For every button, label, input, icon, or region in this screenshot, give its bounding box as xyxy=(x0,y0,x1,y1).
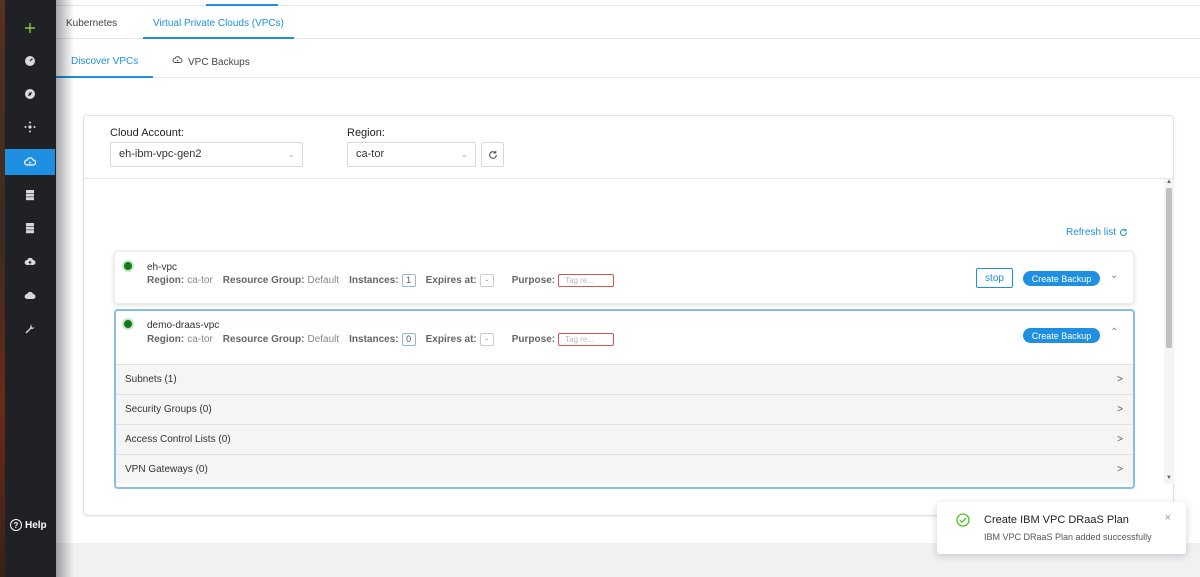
primary-tabs: Kubernetes Virtual Private Clouds (VPCs) xyxy=(56,8,1200,39)
vpc-row-demo-draas-vpc[interactable]: demo-draas-vpc Region: ca-tor Resource G… xyxy=(114,309,1135,489)
help-link[interactable]: ? Help xyxy=(10,519,47,531)
tab-vpcs[interactable]: Virtual Private Clouds (VPCs) xyxy=(143,8,294,39)
scroll-thumb[interactable] xyxy=(1166,188,1172,348)
region-key: Region: xyxy=(147,275,185,286)
purpose-key: Purpose: xyxy=(511,334,556,345)
cloud-account-value: eh-ibm-vpc-gen2 xyxy=(119,148,202,160)
section-label: Security Groups (0) xyxy=(125,404,212,415)
top-tab-indicator xyxy=(206,4,278,6)
region-label: Region: xyxy=(347,127,385,139)
section-label: Access Control Lists (0) xyxy=(125,434,231,445)
region-select[interactable]: ca-tor ⌄ xyxy=(347,142,476,167)
tab-kubernetes[interactable]: Kubernetes xyxy=(56,8,127,39)
server-stack-icon[interactable] xyxy=(5,215,55,241)
chevron-right-icon: > xyxy=(1117,464,1123,475)
rg-key: Resource Group: xyxy=(222,334,305,345)
chevron-right-icon: > xyxy=(1117,374,1123,385)
expires-badge: - xyxy=(479,333,494,346)
cloud-upload-icon[interactable] xyxy=(5,249,55,275)
close-icon[interactable]: × xyxy=(1165,512,1171,524)
help-icon: ? xyxy=(10,519,22,531)
vpc-row-eh-vpc[interactable]: eh-vpc Region: ca-tor Resource Group: De… xyxy=(114,251,1134,304)
stop-button[interactable]: stop xyxy=(976,268,1013,288)
cloud-eye-icon[interactable] xyxy=(5,149,55,175)
instances-badge: 0 xyxy=(401,333,416,346)
section-label: VPN Gateways (0) xyxy=(125,464,208,475)
vpc-meta: Region: ca-tor Resource Group: Default I… xyxy=(147,274,615,287)
refresh-list-link[interactable]: Refresh list xyxy=(1066,227,1128,238)
region-key: Region: xyxy=(147,334,185,345)
refresh-list-label: Refresh list xyxy=(1066,227,1117,238)
tab-vpc-backups[interactable]: VPC Backups xyxy=(157,48,265,78)
tab-vpc-backups-label: VPC Backups xyxy=(188,57,250,68)
toast-message: IBM VPC DRaaS Plan added successfully xyxy=(984,532,1152,542)
status-dot xyxy=(124,262,132,270)
purpose-tag-input[interactable]: Tag re... xyxy=(558,274,615,287)
chevron-down-icon: ⌄ xyxy=(287,149,295,159)
dashboard-icon[interactable] xyxy=(5,48,55,74)
scroll-up-icon[interactable]: ▲ xyxy=(1166,179,1172,185)
wrench-icon[interactable] xyxy=(5,316,55,342)
tab-discover-vpcs[interactable]: Discover VPCs xyxy=(56,48,154,78)
cloud-icon[interactable] xyxy=(5,283,55,309)
purpose-tag-input[interactable]: Tag re... xyxy=(558,333,615,346)
rg-val: Default xyxy=(307,275,340,286)
rg-key: Resource Group: xyxy=(222,275,305,286)
region-val: ca-tor xyxy=(187,334,213,345)
cloud-account-select[interactable]: eh-ibm-vpc-gen2 ⌄ xyxy=(110,142,303,167)
create-backup-button[interactable]: Create Backup xyxy=(1023,271,1100,286)
top-bar xyxy=(56,0,1200,6)
section-access-control-lists[interactable]: Access Control Lists (0) > xyxy=(116,424,1133,454)
scrollbar[interactable]: ▲ ▼ xyxy=(1164,179,1174,484)
cloud-eye-icon xyxy=(172,48,183,78)
instances-key: Instances: xyxy=(349,334,399,345)
section-subnets[interactable]: Subnets (1) > xyxy=(116,364,1133,394)
cluster-icon[interactable] xyxy=(5,114,55,140)
vpc-name: eh-vpc xyxy=(147,262,178,273)
refresh-button[interactable] xyxy=(481,142,504,167)
compass-icon[interactable] xyxy=(5,81,55,107)
expires-key: Expires at: xyxy=(425,275,477,286)
region-val: ca-tor xyxy=(187,275,213,286)
chevron-up-icon[interactable]: ⌃ xyxy=(1110,327,1118,338)
chevron-down-icon[interactable]: ⌄ xyxy=(1110,270,1118,281)
cloud-account-label: Cloud Account: xyxy=(110,127,184,139)
section-label: Subnets (1) xyxy=(125,374,177,385)
tab-discover-vpcs-label: Discover VPCs xyxy=(71,56,139,67)
section-vpn-gateways[interactable]: VPN Gateways (0) > xyxy=(116,454,1133,484)
server-icon[interactable] xyxy=(5,182,55,208)
help-label: Help xyxy=(25,519,47,531)
instances-key: Instances: xyxy=(349,275,399,286)
section-security-groups[interactable]: Security Groups (0) > xyxy=(116,394,1133,424)
create-backup-button[interactable]: Create Backup xyxy=(1023,328,1100,343)
discover-card: Cloud Account: eh-ibm-vpc-gen2 ⌄ Region:… xyxy=(83,115,1174,516)
sidebar: ? Help xyxy=(0,0,56,577)
plus-icon[interactable] xyxy=(5,15,55,41)
chevron-right-icon: > xyxy=(1117,404,1123,415)
instances-badge: 1 xyxy=(401,274,416,287)
rg-val: Default xyxy=(307,334,340,345)
card-divider xyxy=(84,178,1173,179)
vpc-name: demo-draas-vpc xyxy=(147,320,220,331)
refresh-icon xyxy=(488,150,497,159)
secondary-tabs: Discover VPCs VPC Backups xyxy=(56,48,1200,78)
expires-badge: - xyxy=(479,274,494,287)
purpose-key: Purpose: xyxy=(511,275,556,286)
expires-key: Expires at: xyxy=(425,334,477,345)
chevron-right-icon: > xyxy=(1117,434,1123,445)
scroll-down-icon[interactable]: ▼ xyxy=(1166,475,1172,481)
toast-title: Create IBM VPC DRaaS Plan xyxy=(984,514,1129,526)
check-circle-icon xyxy=(956,513,970,527)
vpc-meta: Region: ca-tor Resource Group: Default I… xyxy=(147,333,615,346)
status-dot xyxy=(124,320,132,328)
region-value: ca-tor xyxy=(356,148,385,160)
refresh-icon xyxy=(1120,228,1128,236)
chevron-down-icon: ⌄ xyxy=(460,149,468,159)
success-toast: Create IBM VPC DRaaS Plan IBM VPC DRaaS … xyxy=(937,502,1186,554)
